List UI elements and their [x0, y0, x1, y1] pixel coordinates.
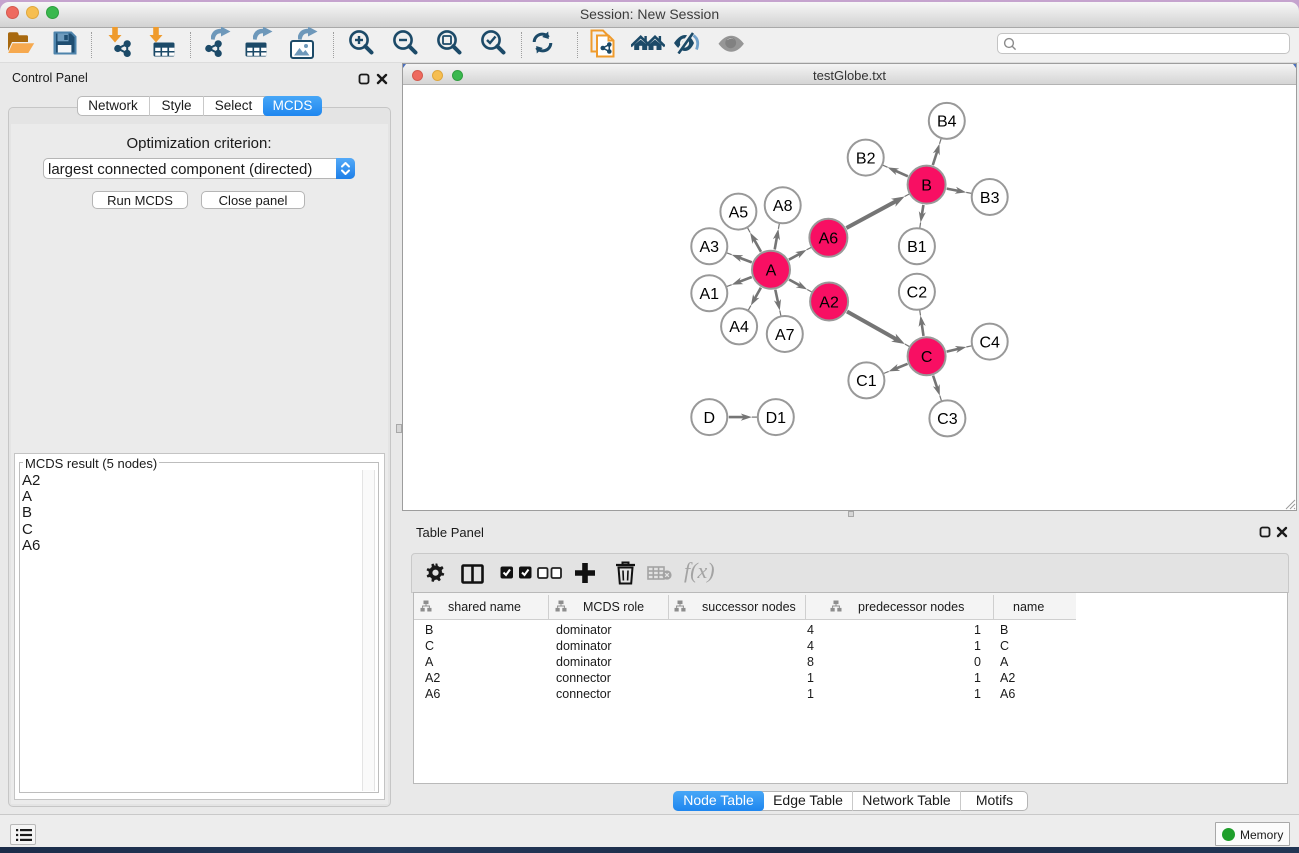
svg-text:C1: C1 — [856, 373, 877, 390]
svg-text:D: D — [704, 410, 716, 427]
svg-text:B3: B3 — [980, 190, 1000, 207]
svg-text:A4: A4 — [729, 319, 749, 336]
svg-text:B: B — [921, 177, 932, 194]
svg-text:A7: A7 — [775, 327, 795, 344]
svg-text:D1: D1 — [766, 410, 787, 427]
svg-text:A5: A5 — [729, 204, 749, 221]
svg-text:A3: A3 — [700, 239, 720, 256]
svg-text:A6: A6 — [819, 231, 839, 248]
svg-text:A1: A1 — [700, 286, 720, 303]
svg-text:C2: C2 — [907, 285, 928, 302]
svg-text:B4: B4 — [937, 114, 957, 131]
svg-text:A2: A2 — [819, 294, 839, 311]
svg-text:C4: C4 — [979, 334, 1000, 351]
svg-text:B2: B2 — [856, 150, 876, 167]
svg-text:A: A — [766, 263, 777, 280]
svg-text:A8: A8 — [773, 198, 793, 215]
svg-text:C3: C3 — [937, 411, 958, 428]
svg-text:C: C — [921, 349, 933, 366]
svg-text:B1: B1 — [907, 239, 927, 256]
